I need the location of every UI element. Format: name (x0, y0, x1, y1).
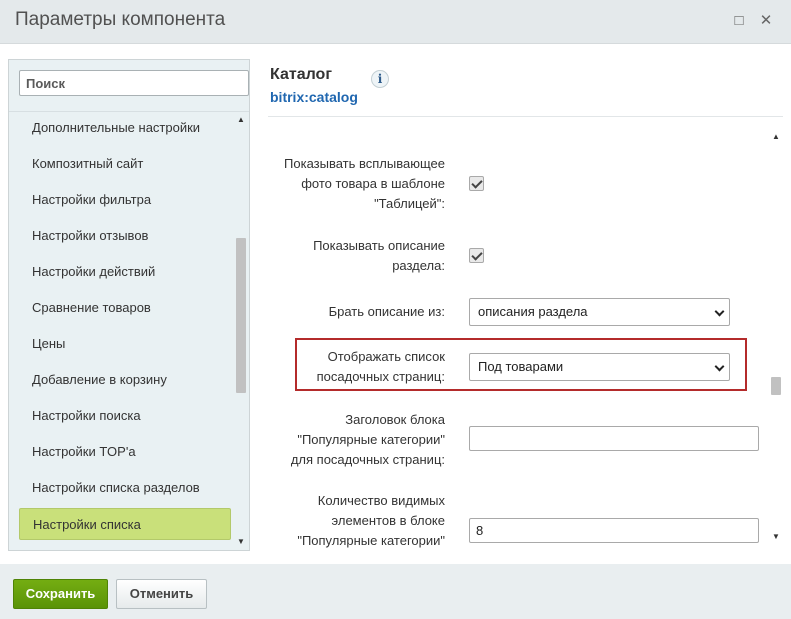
landing-pages-list-select[interactable]: Под товарами (469, 353, 730, 381)
sidebar-item-composite-site[interactable]: Композитный сайт (19, 148, 231, 180)
visible-elements-count-input[interactable]: 8 (469, 518, 759, 543)
scroll-down-arrow-icon[interactable]: ▼ (769, 531, 783, 543)
sidebar-item-top-settings[interactable]: Настройки TOP'а (19, 436, 231, 468)
cancel-button[interactable]: Отменить (116, 579, 207, 609)
close-icon[interactable]: ✕ (757, 12, 775, 30)
chevron-down-icon (714, 306, 725, 317)
dialog-title: Параметры компонента (15, 9, 226, 30)
search-input[interactable] (19, 70, 249, 96)
setting-label-popular-categories-title: Заголовок блока "Популярные категории" д… (290, 412, 445, 467)
sidebar-item-additional-settings[interactable]: Дополнительные настройки (19, 112, 231, 144)
sidebar-item-list-settings[interactable]: Настройки списка (19, 508, 231, 540)
dialog-titlebar: Параметры компонента □ ✕ (0, 0, 791, 44)
maximize-icon[interactable]: □ (730, 12, 748, 30)
setting-label-landing-pages-list: Отображать список посадочных страниц: (316, 349, 445, 384)
description-source-select[interactable]: описания раздела (469, 298, 730, 326)
scrollbar-thumb[interactable] (771, 377, 781, 395)
scroll-down-arrow-icon[interactable]: ▼ (234, 536, 248, 548)
component-title: Каталог (270, 66, 332, 83)
sidebar-item-prices[interactable]: Цены (19, 328, 231, 360)
sections-list: Дополнительные настройки Композитный сай… (9, 112, 234, 550)
dialog-footer: Сохранить Отменить (0, 564, 791, 619)
settings-scrollbar[interactable]: ▲ ▼ (769, 129, 783, 549)
sections-panel: Дополнительные настройки Композитный сай… (8, 59, 250, 551)
sidebar-item-action-settings[interactable]: Настройки действий (19, 256, 231, 288)
dialog-content: Дополнительные настройки Композитный сай… (0, 44, 791, 564)
popup-photo-checkbox[interactable] (469, 176, 484, 191)
setting-label-description-source: Брать описание из: (328, 304, 445, 319)
sidebar-item-search-settings[interactable]: Настройки поиска (19, 400, 231, 432)
sections-scrollbar[interactable]: ▲ ▼ (234, 112, 248, 550)
setting-label-popup-photo: Показывать всплывающее фото товара в шаб… (284, 156, 445, 211)
save-button[interactable]: Сохранить (13, 579, 108, 609)
sidebar-item-compare-products[interactable]: Сравнение товаров (19, 292, 231, 324)
sidebar-item-filter-settings[interactable]: Настройки фильтра (19, 184, 231, 216)
sidebar-item-review-settings[interactable]: Настройки отзывов (19, 220, 231, 252)
section-description-checkbox[interactable] (469, 248, 484, 263)
chevron-down-icon (714, 361, 725, 372)
popular-categories-title-input[interactable] (469, 426, 759, 451)
header-divider (268, 116, 783, 117)
component-code: bitrix:catalog (270, 89, 358, 105)
scroll-up-arrow-icon[interactable]: ▲ (769, 131, 783, 143)
setting-label-section-description: Показывать описание раздела: (313, 238, 445, 273)
search-area (9, 60, 249, 112)
sidebar-item-section-list-settings[interactable]: Настройки списка разделов (19, 472, 231, 504)
setting-label-visible-elements-count: Количество видимых элементов в блоке "По… (297, 493, 445, 548)
info-icon[interactable]: i (371, 70, 389, 88)
scrollbar-thumb[interactable] (236, 238, 246, 393)
scroll-up-arrow-icon[interactable]: ▲ (234, 114, 248, 126)
sidebar-item-add-to-cart[interactable]: Добавление в корзину (19, 364, 231, 396)
